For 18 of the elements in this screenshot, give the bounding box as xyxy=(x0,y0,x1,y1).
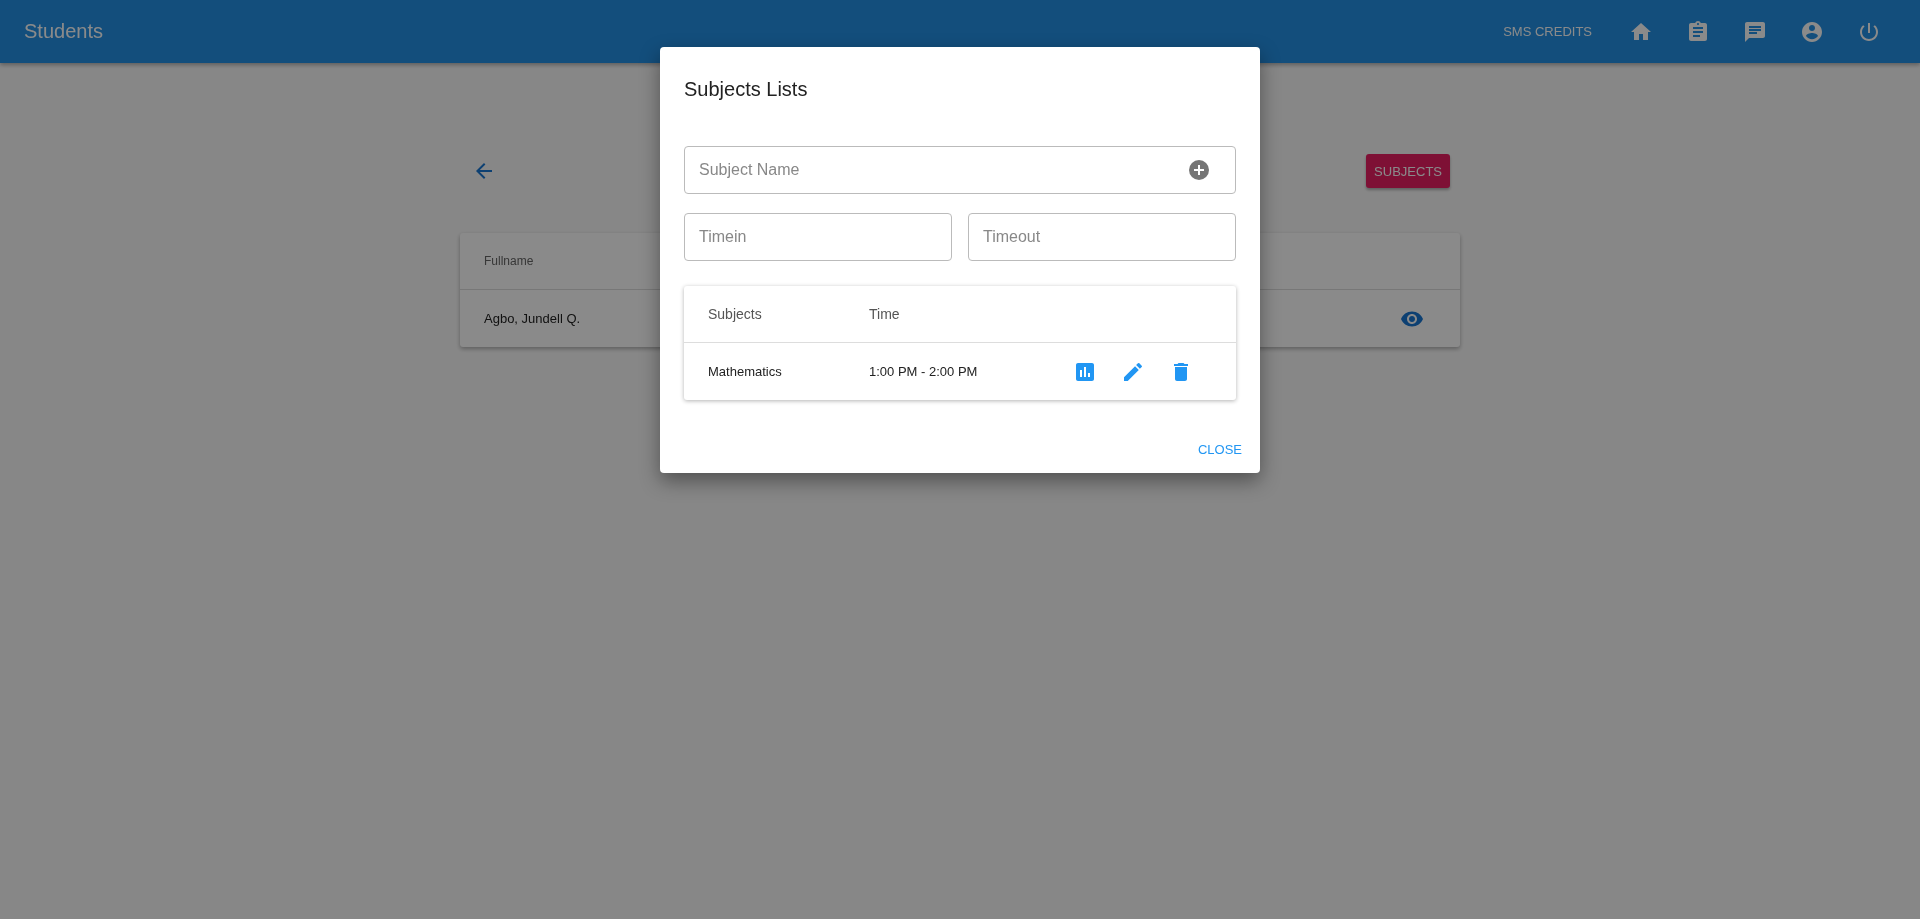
app-title: Students xyxy=(24,20,103,43)
table-cell: Agbo, Jundell Q. xyxy=(484,311,581,326)
account-icon[interactable] xyxy=(1800,19,1824,44)
clipboard-icon[interactable] xyxy=(1686,19,1710,44)
column-header: Fullname xyxy=(484,254,534,268)
column-header: Time xyxy=(869,306,901,322)
column-header: Subjects xyxy=(707,306,763,322)
subject-name-field[interactable]: Subject Name xyxy=(684,146,1236,194)
message-icon[interactable] xyxy=(1743,19,1767,44)
sms-credits-link[interactable]: SMS CREDITS xyxy=(1503,24,1592,39)
timein-field[interactable]: Timein xyxy=(684,213,952,261)
subjects-button[interactable]: SUBJECTS xyxy=(1366,154,1450,188)
timeout-field[interactable]: Timeout xyxy=(968,213,1236,261)
table-cell-text: 1:00 PM - 2:00 PM xyxy=(869,364,979,379)
dialog-title: Subjects Lists xyxy=(684,77,809,102)
table-cell-text: Mathematics xyxy=(707,364,783,379)
close-button[interactable]: CLOSE xyxy=(1189,438,1250,461)
add-icon[interactable] xyxy=(1187,158,1211,182)
